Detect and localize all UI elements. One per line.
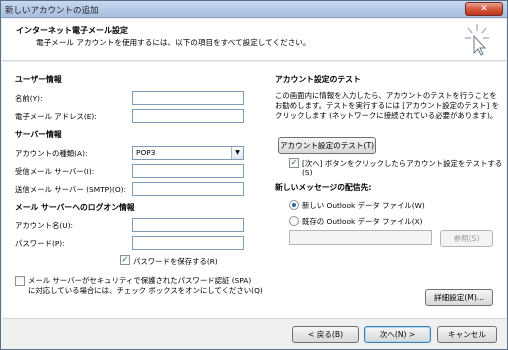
more-settings-button[interactable]: 詳細設定(M)...	[425, 289, 493, 306]
account-type-select[interactable]: POP3 ▼	[132, 146, 244, 160]
outgoing-server-field[interactable]	[132, 182, 244, 196]
remember-password-checkbox[interactable]: ✓	[120, 255, 130, 265]
account-type-label: アカウントの種類(A):	[15, 149, 88, 158]
delivery-heading: 新しいメッセージの配信先:	[275, 183, 372, 192]
existing-data-file-label[interactable]: 既存の Outlook データ ファイル(X)	[302, 216, 423, 227]
form-body: ユーザー情報 名前(Y): 電子メール アドレス(E): サーバー情報 アカウン…	[2, 62, 506, 318]
password-label: パスワード(P):	[15, 239, 65, 248]
account-type-value: POP3	[136, 148, 156, 157]
incoming-server-field[interactable]	[132, 164, 244, 178]
test-desc-line3: クリックします (ネットワークに接続されている必要があります)。	[275, 111, 498, 120]
back-button[interactable]: < 戻る(B)	[292, 326, 359, 343]
close-icon: ✕	[480, 4, 488, 14]
dialog-footer: < 戻る(B) 次へ(N) > キャンセル	[2, 318, 506, 349]
incoming-server-label: 受信メール サーバー(I):	[15, 167, 95, 176]
server-info-heading: サーバー情報	[15, 130, 62, 139]
name-label: 名前(Y):	[15, 94, 43, 103]
header-title: インターネット電子メール設定	[16, 26, 128, 35]
test-desc-line2: お勧めします。テストを実行するには [アカウント設定のテスト] を	[275, 101, 500, 110]
checkmark-icon: ✓	[290, 158, 298, 167]
account-name-label: アカウント名(U):	[15, 221, 74, 230]
chevron-down-icon[interactable]: ▼	[231, 147, 243, 159]
spa-label-line2[interactable]: に対応している場合には、チェック ボックスをオンにしてください(Q)	[28, 285, 263, 296]
account-name-field[interactable]	[132, 218, 244, 232]
logon-info-heading: メール サーバーへのログオン情報	[15, 203, 135, 212]
next-button[interactable]: 次へ(N) >	[364, 326, 431, 343]
window-title: 新しいアカウントの追加	[5, 6, 99, 16]
test-settings-heading: アカウント設定のテスト	[275, 75, 361, 84]
new-data-file-label[interactable]: 新しい Outlook データ ファイル(W)	[302, 200, 425, 211]
spa-checkbox[interactable]	[15, 276, 25, 286]
header-subtitle: 電子メール アカウントを使用するには、以下の項目をすべて設定してください。	[36, 38, 311, 47]
auto-test-label-line1[interactable]: [次へ] ボタンをクリックしたらアカウント設定をテストする	[302, 158, 502, 169]
test-account-settings-button[interactable]: アカウント設定のテスト(T)	[278, 137, 376, 154]
cancel-button[interactable]: キャンセル	[437, 326, 497, 343]
wizard-header: インターネット電子メール設定 電子メール アカウントを使用するには、以下の項目を…	[2, 19, 506, 61]
remember-password-label[interactable]: パスワードを保存する(R)	[133, 256, 218, 267]
user-info-heading: ユーザー情報	[15, 75, 62, 84]
test-settings-description: この画面内に情報を入力したら、アカウントのテストを行うことを お勧めします。テス…	[275, 91, 499, 121]
dialog-window: 新しいアカウントの追加 ✕ インターネット電子メール設定 電子メール アカウント…	[0, 0, 508, 350]
email-label: 電子メール アドレス(E):	[15, 112, 97, 121]
browse-button[interactable]: 参照(S)	[440, 230, 493, 247]
new-data-file-radio[interactable]	[289, 200, 299, 210]
title-bar[interactable]: 新しいアカウントの追加 ✕	[1, 1, 507, 18]
auto-test-checkbox[interactable]: ✓	[289, 158, 299, 168]
name-field[interactable]	[132, 91, 244, 105]
data-file-path-field[interactable]	[289, 230, 432, 245]
existing-data-file-radio[interactable]	[289, 216, 299, 226]
checkmark-icon: ✓	[121, 255, 129, 264]
auto-test-label-line2[interactable]: (S)	[302, 168, 312, 177]
outgoing-server-label: 送信メール サーバー (SMTP)(O):	[15, 185, 127, 194]
test-desc-line1: この画面内に情報を入力したら、アカウントのテストを行うことを	[275, 91, 497, 100]
password-field[interactable]	[132, 236, 244, 250]
close-button[interactable]: ✕	[465, 2, 503, 16]
cursor-sparkle-icon	[465, 24, 489, 56]
email-field[interactable]	[132, 109, 244, 123]
